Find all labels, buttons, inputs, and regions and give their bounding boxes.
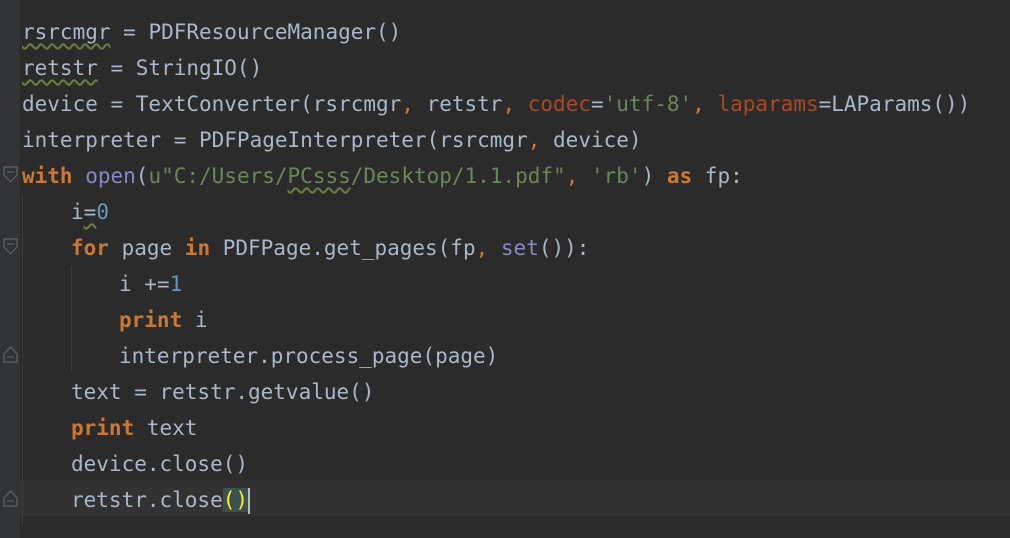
code-token: codec — [515, 92, 591, 116]
code-token: i += — [119, 272, 170, 296]
code-token: for — [71, 236, 109, 260]
code-line[interactable]: text = retstr.getvalue() — [71, 374, 374, 410]
code-token: u"C:/Users/ — [148, 164, 288, 188]
text-caret — [248, 488, 251, 514]
code-token: with — [22, 164, 73, 188]
indent-guide — [71, 266, 72, 372]
code-token: , — [502, 92, 516, 116]
code-line[interactable]: print text — [71, 410, 197, 446]
code-token: retstr.close — [71, 488, 223, 512]
code-token: 'utf-8' — [603, 92, 693, 116]
code-token: ()): — [538, 236, 590, 260]
code-token: fp: — [692, 164, 743, 188]
code-token: 'rb' — [578, 164, 642, 188]
code-token: text — [134, 416, 198, 440]
code-token: in — [184, 236, 211, 260]
code-token: 1 — [169, 272, 183, 296]
code-token: as — [666, 164, 693, 188]
code-token: , — [401, 92, 414, 116]
editor-gutter — [0, 0, 20, 538]
code-editor[interactable]: rsrcmgr = PDFResourceManager() retstr = … — [0, 0, 1010, 538]
brace-match-open: ( — [222, 488, 236, 512]
code-token: PDFPage.get_pages(fp — [210, 236, 476, 260]
code-token: , — [527, 128, 541, 152]
fold-close-icon[interactable] — [3, 490, 18, 507]
code-token: device = TextConverter(rsrcmgr — [22, 92, 402, 116]
code-line[interactable]: retstr.close() — [71, 482, 251, 518]
code-token: = — [83, 200, 97, 224]
code-token: 0 — [96, 200, 109, 224]
code-token: ) — [641, 164, 667, 188]
code-line[interactable]: with open(u"C:/Users/PCsss/Desktop/1.1.p… — [22, 158, 743, 194]
code-line[interactable]: device = TextConverter(rsrcmgr, retstr, … — [22, 86, 970, 122]
code-line[interactable]: interpreter = PDFPageInterpreter(rsrcmgr… — [22, 122, 642, 158]
code-token: ( — [135, 164, 149, 188]
code-token: =LAParams()) — [818, 92, 971, 116]
code-token: i — [71, 200, 84, 224]
code-token: page — [108, 236, 185, 260]
code-token: set — [488, 236, 539, 260]
code-token: open — [72, 164, 136, 188]
indent-guide — [22, 194, 23, 526]
code-token: retstr — [22, 56, 98, 80]
code-token: , — [475, 236, 489, 260]
code-token: PCsss — [287, 164, 351, 188]
code-line[interactable]: interpreter.process_page(page) — [119, 338, 498, 374]
code-line[interactable]: retstr = StringIO() — [22, 50, 262, 86]
brace-match-close: ) — [235, 488, 249, 512]
code-line[interactable]: i +=1 — [119, 266, 182, 302]
code-token: laparams — [704, 92, 819, 116]
fold-open-icon[interactable] — [3, 238, 18, 255]
code-token: , — [692, 92, 705, 116]
code-line[interactable]: i=0 — [71, 194, 109, 230]
code-token: = PDFResourceManager() — [110, 20, 402, 44]
code-token: device) — [540, 128, 642, 152]
fold-close-icon[interactable] — [3, 346, 18, 363]
code-token: , — [565, 164, 579, 188]
code-token: rsrcmgr — [22, 20, 111, 44]
code-token: retstr — [413, 92, 503, 116]
code-token: print — [71, 416, 135, 440]
code-token: = — [590, 92, 604, 116]
code-line[interactable]: rsrcmgr = PDFResourceManager() — [22, 14, 401, 50]
code-token: = StringIO() — [97, 56, 263, 80]
code-line[interactable]: for page in PDFPage.get_pages(fp, set())… — [71, 230, 589, 266]
code-line[interactable]: device.close() — [71, 446, 248, 482]
code-line[interactable]: print i — [119, 302, 208, 338]
code-token: text = retstr.getvalue() — [71, 380, 375, 404]
code-token: print — [119, 308, 183, 332]
code-token: i — [182, 308, 208, 332]
code-token: device.close() — [71, 452, 249, 476]
fold-open-icon[interactable] — [3, 166, 18, 183]
code-token: interpreter = PDFPageInterpreter(rsrcmgr — [22, 128, 528, 152]
code-token: interpreter.process_page(page) — [119, 344, 499, 368]
code-token: /Desktop/1.1.pdf" — [350, 164, 566, 188]
